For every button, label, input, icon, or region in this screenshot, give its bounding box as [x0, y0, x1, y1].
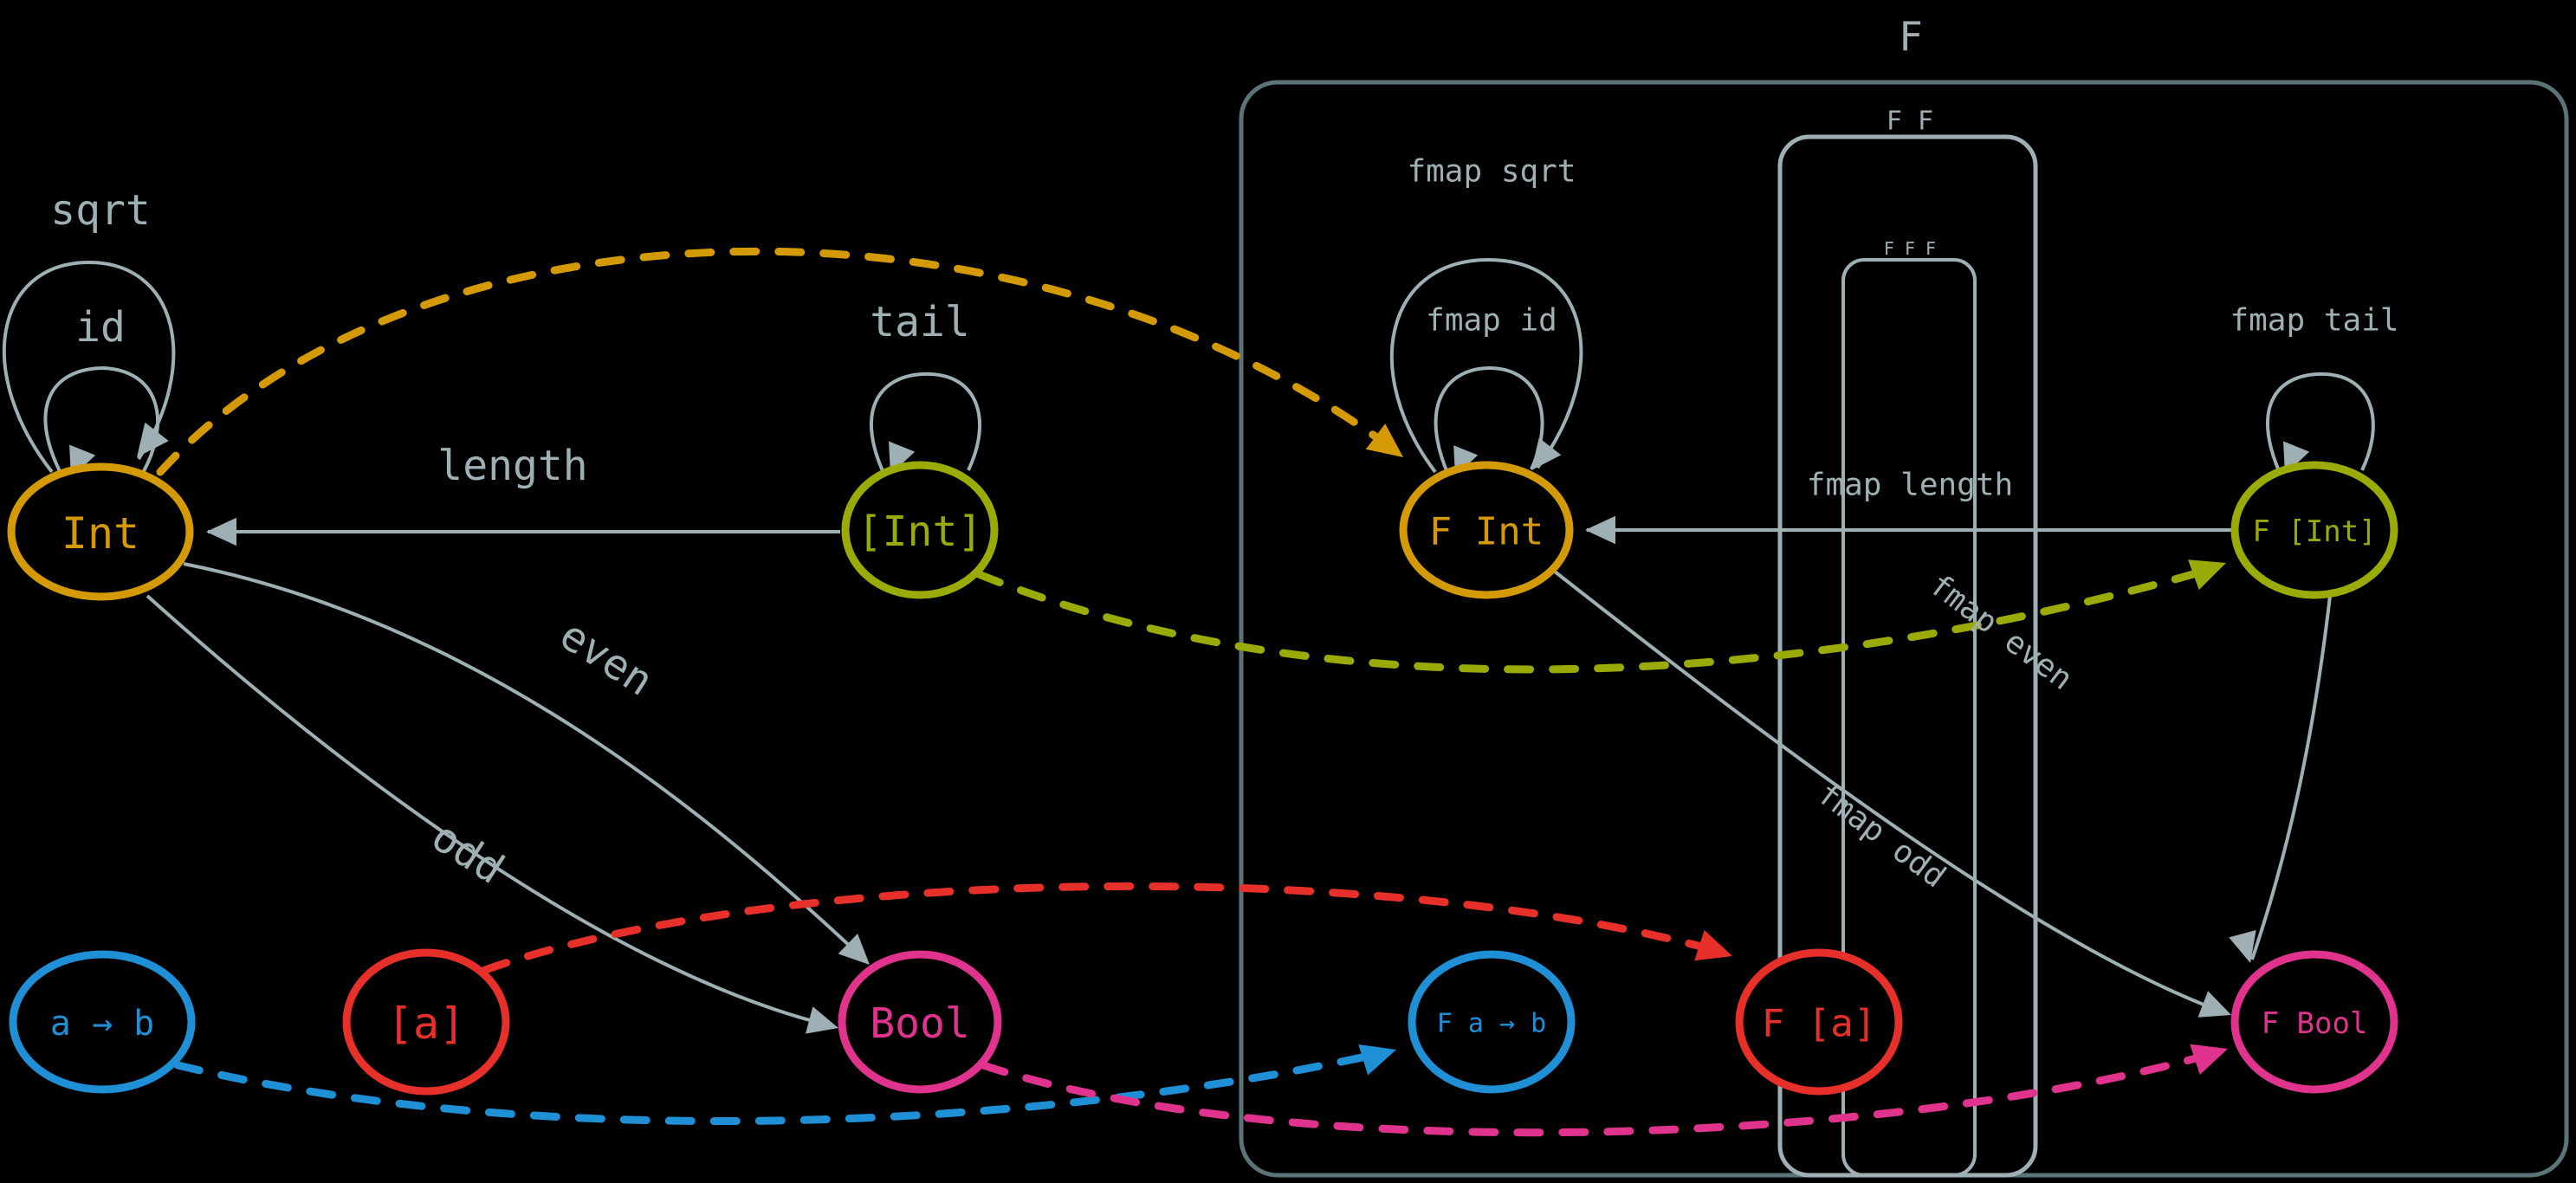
arrowhead-fmap-length — [1585, 515, 1615, 545]
labels-layer: F F F F F F sqrt id tail length even odd fmap sqr… — [50, 13, 2398, 895]
arrowhead-sqrt — [137, 422, 169, 457]
node-label-Int: Int — [61, 508, 139, 559]
arrowhead-length — [206, 517, 236, 546]
container-label-FFF: F F F — [1884, 238, 1936, 259]
edge-lift-ListA — [481, 882, 1728, 974]
node-label-Bool: Bool — [870, 999, 970, 1048]
edge-lift-Int — [156, 247, 1399, 476]
arrowhead-lift-ListA — [1694, 929, 1732, 961]
container-label-F: F — [1899, 13, 1923, 60]
edge-id — [43, 365, 160, 477]
node-label-AtoB: a → b — [50, 1004, 154, 1044]
node-label-List: [Int] — [858, 507, 983, 556]
arrowhead-odd — [805, 1006, 838, 1034]
arrowhead-fmap-odd — [2197, 991, 2231, 1018]
edge-tail — [869, 372, 981, 474]
edge-label-even: even — [551, 611, 661, 706]
edge-label-fmap-even: fmap even — [1923, 567, 2079, 697]
edge-label-fmap-tail: fmap tail — [2230, 303, 2398, 339]
edge-label-fmap-length: fmap length — [1807, 468, 2013, 503]
edge-label-fmap-sqrt: fmap sqrt — [1407, 154, 1576, 190]
node-label-ListA: [a] — [387, 999, 465, 1049]
edge-even — [183, 562, 868, 963]
edge-label-id: id — [75, 303, 126, 352]
node-label-FInt: F Int — [1429, 510, 1544, 554]
edge-odd — [146, 594, 834, 1028]
edge-fmap-sqrt — [1389, 257, 1583, 474]
node-label-FListA: F [a] — [1762, 1002, 1876, 1046]
edge-label-odd: odd — [423, 812, 512, 894]
edge-fmap-id — [1434, 365, 1544, 475]
arrowhead-lift-AtoB — [1358, 1044, 1396, 1076]
node-label-FList: F [Int] — [2252, 514, 2376, 549]
edge-fmap-tail — [2265, 372, 2375, 474]
node-label-FBool: F Bool — [2262, 1006, 2368, 1041]
arrowhead-lift-List — [2188, 559, 2226, 591]
arrowhead-lift-Int — [1365, 423, 1403, 457]
edge-label-length: length — [437, 442, 587, 490]
node-label-FAtoB: F a → b — [1437, 1009, 1546, 1039]
edge-label-fmap-id: fmap id — [1426, 303, 1557, 339]
diagram-svg: Int [Int] Bool a → b [a] F Int F [Int] F Bool F … — [2, 13, 2569, 1178]
edge-label-fmap-odd: fmap odd — [1810, 776, 1951, 895]
edge-label-tail: tail — [870, 298, 970, 346]
container-label-FF: F F — [1887, 107, 1933, 137]
edge-fmap-even — [2250, 595, 2332, 960]
edge-label-sqrt: sqrt — [50, 186, 151, 235]
diagram-canvas: Int [Int] Bool a → b [a] F Int F [Int] F Bool F … — [0, 0, 2576, 1183]
arrowhead-lift-Bool — [2190, 1044, 2228, 1076]
